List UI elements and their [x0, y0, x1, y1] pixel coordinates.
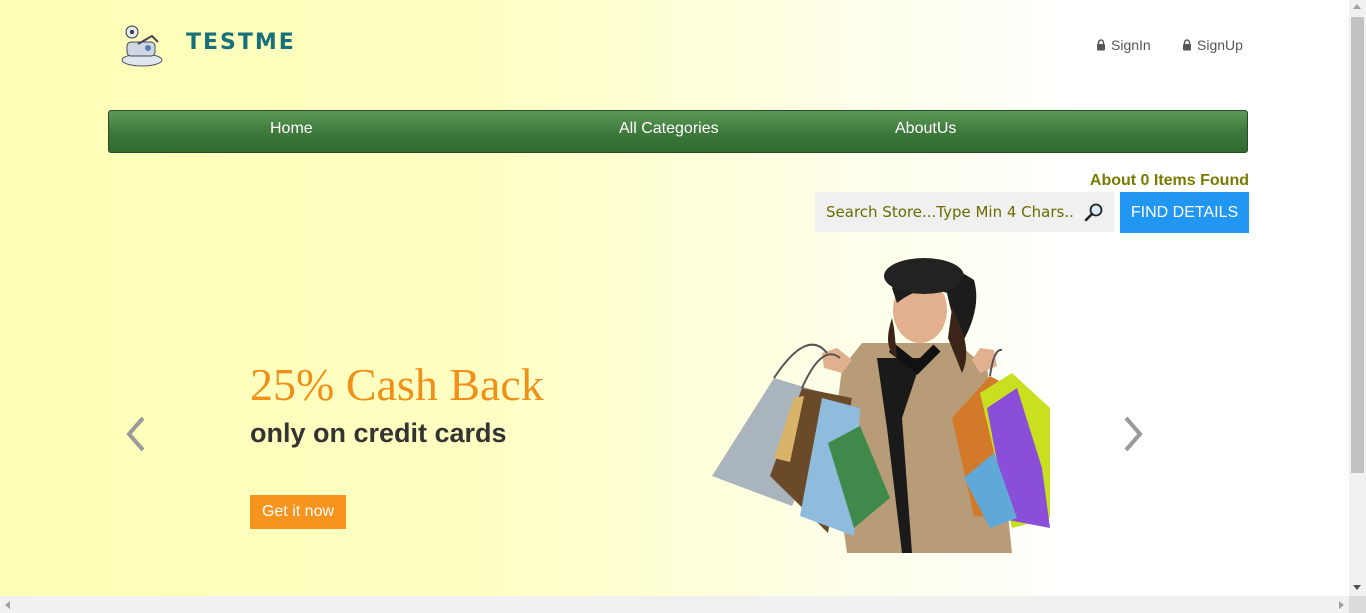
- page: TESTME SignIn SignUp Home All Categories…: [0, 0, 1349, 596]
- nav-item-all-categories[interactable]: All Categories: [619, 120, 719, 138]
- main-nav: Home All Categories AboutUs: [108, 110, 1248, 153]
- scroll-left-icon[interactable]: [5, 601, 10, 609]
- brand-name[interactable]: TESTME: [186, 30, 296, 55]
- signup-label: SignUp: [1197, 37, 1243, 53]
- scrollbar-corner: [1349, 596, 1366, 613]
- search-input[interactable]: [815, 192, 1075, 232]
- search-container: [815, 192, 1114, 232]
- promo-headline: 25% Cash Back: [250, 359, 544, 410]
- lock-icon: [1183, 39, 1191, 51]
- promo-subline: only on credit cards: [250, 418, 507, 448]
- shopping-woman-image: [712, 258, 1050, 553]
- scroll-down-icon[interactable]: [1353, 585, 1361, 590]
- signup-link[interactable]: SignUp: [1182, 37, 1243, 53]
- nav-item-aboutus[interactable]: AboutUs: [895, 120, 956, 138]
- logo-icon[interactable]: [118, 22, 168, 68]
- search-icon[interactable]: [1084, 202, 1104, 222]
- chevron-right-icon[interactable]: [1118, 412, 1148, 456]
- get-it-now-button[interactable]: Get it now: [250, 495, 346, 529]
- signin-link[interactable]: SignIn: [1096, 37, 1151, 53]
- find-details-button[interactable]: FIND DETAILS: [1120, 192, 1249, 233]
- scroll-right-icon[interactable]: [1339, 601, 1344, 609]
- lock-icon: [1097, 39, 1105, 51]
- results-count: About 0 Items Found: [1089, 172, 1249, 189]
- signin-label: SignIn: [1111, 37, 1151, 53]
- vertical-scrollbar-thumb[interactable]: [1351, 17, 1364, 473]
- nav-item-home[interactable]: Home: [270, 120, 313, 138]
- chevron-left-icon[interactable]: [121, 412, 151, 456]
- horizontal-scrollbar[interactable]: [0, 596, 1349, 613]
- scroll-up-icon[interactable]: [1353, 4, 1361, 9]
